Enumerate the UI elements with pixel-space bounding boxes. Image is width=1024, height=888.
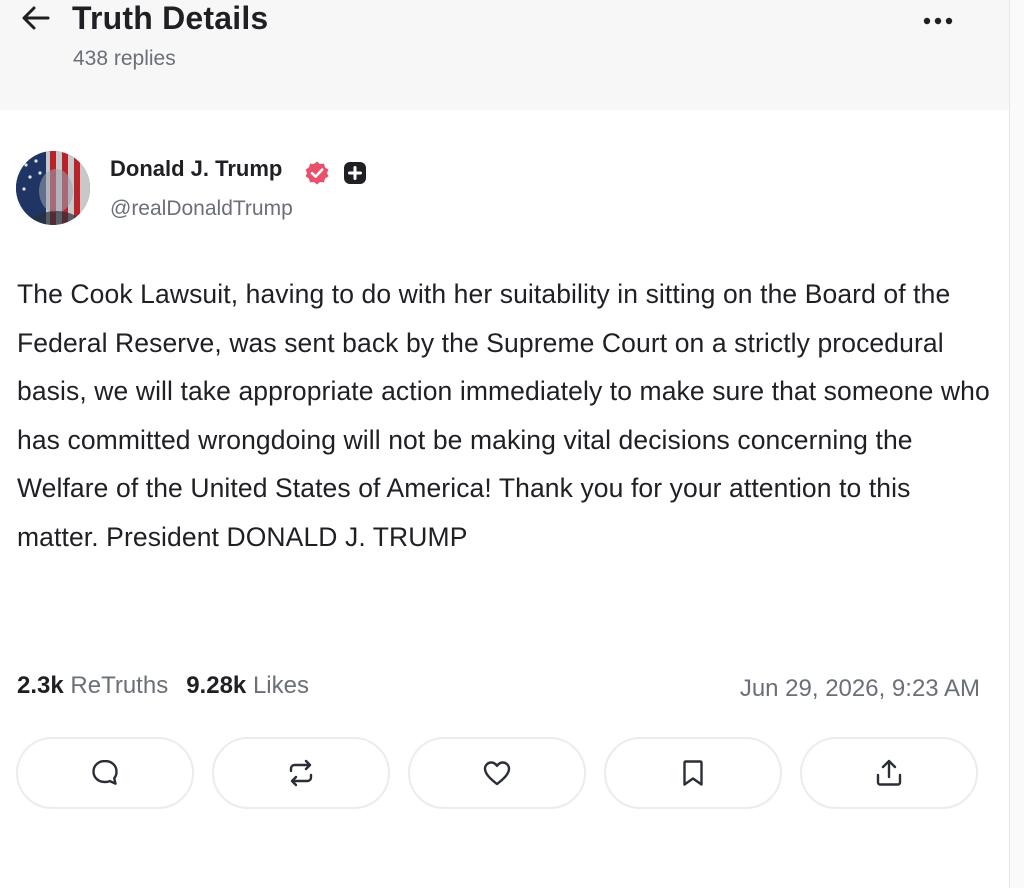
retruths-label[interactable]: ReTruths [70, 672, 168, 699]
comment-icon [92, 759, 118, 785]
post-text: The Cook Lawsuit, having to do with her … [17, 279, 990, 552]
likes-count[interactable]: 9.28k [186, 672, 246, 699]
author-handle[interactable]: @realDonaldTrump [110, 197, 293, 221]
plus-badge-icon [344, 162, 366, 184]
arrow-left-icon[interactable] [20, 2, 52, 34]
bookmark-icon [683, 760, 703, 786]
page-title: Truth Details [72, 0, 269, 36]
scrollbar-track[interactable] [1009, 0, 1024, 888]
post-stats: 2.3k ReTruths 9.28k Likes [17, 672, 309, 700]
reply-button[interactable] [16, 737, 194, 809]
truth-details-page: Truth Details 438 replies Donald J. Trum… [0, 0, 1024, 888]
repost-icon [289, 759, 313, 787]
author-name[interactable]: Donald J. Trump [110, 156, 282, 182]
retruths-count[interactable]: 2.3k [17, 672, 64, 699]
heart-icon [483, 761, 511, 786]
reply-count: 438 replies [73, 47, 176, 70]
likes-label[interactable]: Likes [253, 672, 309, 699]
page-header: Truth Details 438 replies [0, 0, 1009, 110]
share-icon [876, 759, 902, 786]
like-button[interactable] [408, 737, 586, 809]
share-button[interactable] [800, 737, 978, 809]
verified-badge-icon [305, 161, 329, 185]
post-timestamp: Jun 29, 2026, 9:23 AM [739, 675, 980, 702]
bookmark-button[interactable] [604, 737, 782, 809]
more-horizontal-icon[interactable] [916, 10, 960, 30]
avatar[interactable] [16, 151, 90, 225]
retruth-button[interactable] [212, 737, 390, 809]
